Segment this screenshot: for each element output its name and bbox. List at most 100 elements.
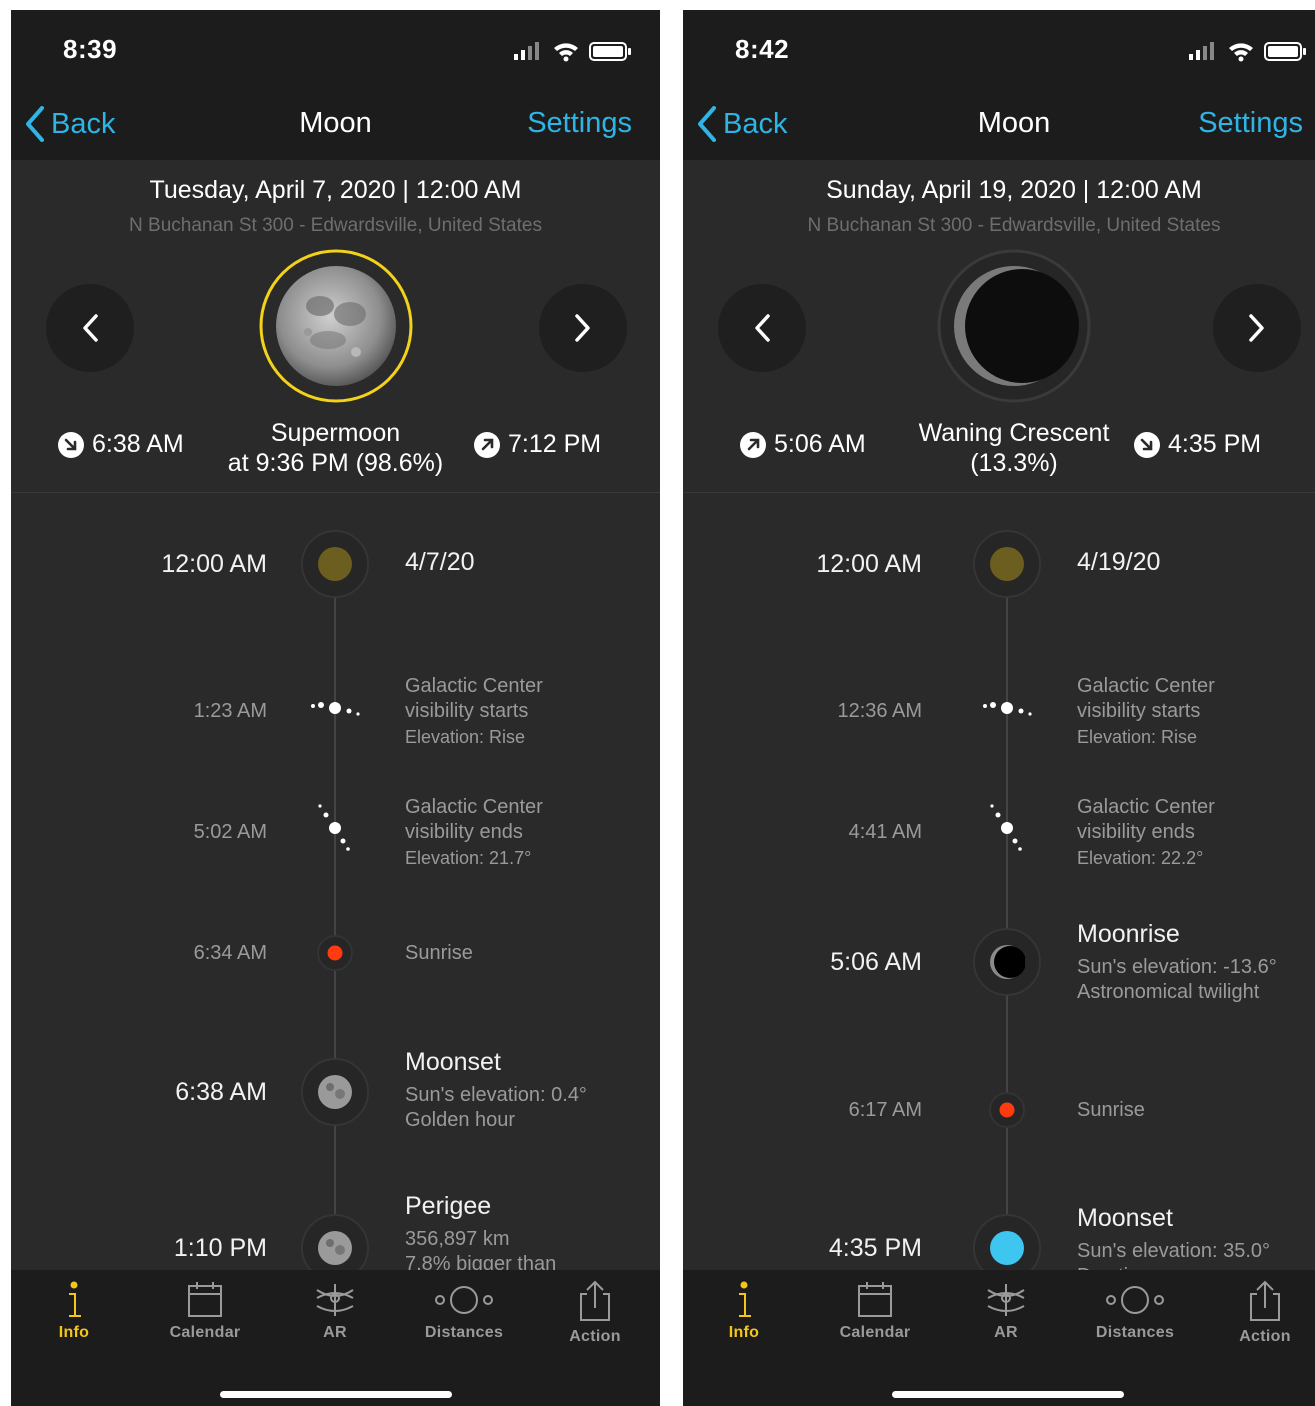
moonset-time: 4:35 PM bbox=[1134, 430, 1261, 459]
chevron-left-icon bbox=[755, 314, 770, 342]
previous-day-button[interactable] bbox=[46, 284, 134, 372]
event-detail: Sun's elevation: -13.6° bbox=[1077, 956, 1277, 978]
tab-label: AR bbox=[323, 1324, 347, 1341]
navigation-bar: Back Moon Settings bbox=[683, 92, 1315, 160]
event-detail: visibility ends bbox=[1077, 821, 1195, 843]
tab-distances[interactable]: Distances bbox=[1080, 1280, 1190, 1342]
moonset-icon bbox=[1134, 431, 1160, 458]
event-elevation: Elevation: Rise bbox=[1077, 727, 1198, 747]
info-icon bbox=[739, 1281, 751, 1317]
sunrise-node bbox=[317, 935, 353, 971]
event-title: Galactic Center bbox=[1077, 796, 1215, 818]
tab-info[interactable]: Info bbox=[689, 1280, 799, 1342]
full-moon-icon bbox=[318, 1075, 352, 1109]
tab-label: Calendar bbox=[169, 1324, 241, 1341]
share-icon bbox=[580, 1280, 610, 1321]
moon-summary-header: Sunday, April 19, 2020 | 12:00 AM N Buch… bbox=[683, 160, 1315, 493]
moon-summary-header: Tuesday, April 7, 2020 | 12:00 AM N Buch… bbox=[11, 160, 660, 493]
event-light-phase: Astronomical twilight bbox=[1077, 981, 1260, 1003]
sun-icon bbox=[327, 945, 343, 961]
event-title: Moonset bbox=[1077, 1204, 1173, 1232]
tab-calendar[interactable]: Calendar bbox=[150, 1280, 260, 1342]
navigation-bar: Back Moon Settings bbox=[11, 92, 660, 160]
moonrise-time-label: 7:12 PM bbox=[508, 430, 602, 458]
event-title: Perigee bbox=[405, 1192, 492, 1220]
location-address[interactable]: N Buchanan St 300 - Edwardsville, United… bbox=[683, 215, 1315, 237]
event-time: 12:36 AM bbox=[837, 700, 922, 722]
tab-action[interactable]: Action bbox=[540, 1280, 650, 1346]
night-icon bbox=[990, 547, 1024, 581]
event-time: 6:34 AM bbox=[193, 942, 267, 964]
home-indicator[interactable] bbox=[219, 1391, 452, 1398]
sun-icon bbox=[999, 1102, 1015, 1118]
galactic-center-set-icon bbox=[990, 804, 1022, 851]
tab-label: Distances bbox=[1095, 1324, 1175, 1341]
home-indicator[interactable] bbox=[892, 1391, 1124, 1398]
daytime-icon bbox=[990, 1231, 1024, 1265]
tab-distances[interactable]: Distances bbox=[409, 1280, 519, 1342]
selected-date[interactable]: Sunday, April 19, 2020 | 12:00 AM bbox=[683, 176, 1315, 205]
tab-bar: Info Calendar AR Distances Action bbox=[11, 1270, 660, 1406]
selected-date[interactable]: Tuesday, April 7, 2020 | 12:00 AM bbox=[11, 176, 660, 205]
status-icons bbox=[1189, 42, 1306, 62]
tab-ar[interactable]: AR bbox=[280, 1280, 390, 1342]
event-time: 4:41 AM bbox=[848, 821, 922, 843]
previous-day-button[interactable] bbox=[718, 284, 806, 372]
event-time: 6:38 AM bbox=[175, 1078, 267, 1106]
status-time: 8:39 bbox=[63, 34, 118, 64]
distances-icon bbox=[1106, 1286, 1164, 1314]
sunrise-node bbox=[989, 1092, 1025, 1128]
event-time: 5:02 AM bbox=[193, 821, 267, 843]
tab-info[interactable]: Info bbox=[19, 1280, 129, 1342]
crescent-moon-icon bbox=[990, 945, 1025, 979]
event-detail: visibility starts bbox=[1077, 700, 1201, 722]
tab-label: Action bbox=[569, 1328, 621, 1345]
event-detail: visibility starts bbox=[405, 700, 529, 722]
event-detail: visibility ends bbox=[405, 821, 523, 843]
chevron-right-icon bbox=[575, 314, 590, 342]
tab-label: Distances bbox=[424, 1324, 504, 1341]
event-date: 4/19/20 bbox=[1077, 548, 1161, 576]
night-icon bbox=[318, 547, 352, 581]
tab-action[interactable]: Action bbox=[1210, 1280, 1315, 1346]
tab-label: Info bbox=[728, 1324, 760, 1341]
tab-label: Info bbox=[58, 1324, 90, 1341]
distances-icon bbox=[435, 1286, 493, 1314]
info-icon bbox=[69, 1281, 81, 1317]
tab-label: AR bbox=[994, 1324, 1018, 1341]
galactic-center-rise-icon bbox=[983, 702, 1032, 716]
events-timeline: 12:00 AM 4/19/20 12:36 AM Galactic Cente… bbox=[683, 492, 1315, 1406]
settings-button[interactable]: Settings bbox=[527, 107, 632, 140]
full-moon-image bbox=[259, 249, 412, 403]
next-day-button[interactable] bbox=[1213, 284, 1301, 372]
tab-label: Calendar bbox=[839, 1324, 911, 1341]
event-title: Sunrise bbox=[405, 942, 473, 964]
battery-icon bbox=[1264, 42, 1306, 61]
status-bar: 8:42 bbox=[683, 10, 1315, 92]
event-date: 4/7/20 bbox=[405, 548, 475, 576]
event-title: Galactic Center bbox=[1077, 675, 1215, 697]
event-time: 1:10 PM bbox=[173, 1234, 267, 1262]
event-elevation: Elevation: 22.2° bbox=[1077, 848, 1204, 868]
full-moon-icon bbox=[318, 1231, 352, 1265]
chevron-right-icon bbox=[1249, 314, 1264, 342]
ar-icon bbox=[316, 1284, 354, 1316]
tab-label: Action bbox=[1239, 1328, 1291, 1345]
tab-bar: Info Calendar AR Distances Action bbox=[683, 1270, 1315, 1406]
location-address[interactable]: N Buchanan St 300 - Edwardsville, United… bbox=[11, 215, 660, 237]
settings-button[interactable]: Settings bbox=[1198, 107, 1303, 140]
status-bar: 8:39 bbox=[11, 10, 660, 92]
event-detail: Sun's elevation: 35.0° bbox=[1077, 1240, 1271, 1262]
tab-calendar[interactable]: Calendar bbox=[820, 1280, 930, 1342]
event-detail: 356,897 km bbox=[405, 1228, 510, 1250]
moonrise-node bbox=[973, 928, 1041, 996]
event-time: 5:06 AM bbox=[830, 948, 922, 976]
moonrise-time: 7:12 PM bbox=[474, 430, 601, 459]
tab-ar[interactable]: AR bbox=[951, 1280, 1061, 1342]
event-detail: Sun's elevation: 0.4° bbox=[405, 1084, 587, 1106]
event-time: 1:23 AM bbox=[193, 700, 267, 722]
event-title: Sunrise bbox=[1077, 1099, 1145, 1121]
cellular-signal-icon bbox=[1189, 42, 1214, 60]
wifi-icon bbox=[1229, 43, 1253, 62]
next-day-button[interactable] bbox=[539, 284, 627, 372]
